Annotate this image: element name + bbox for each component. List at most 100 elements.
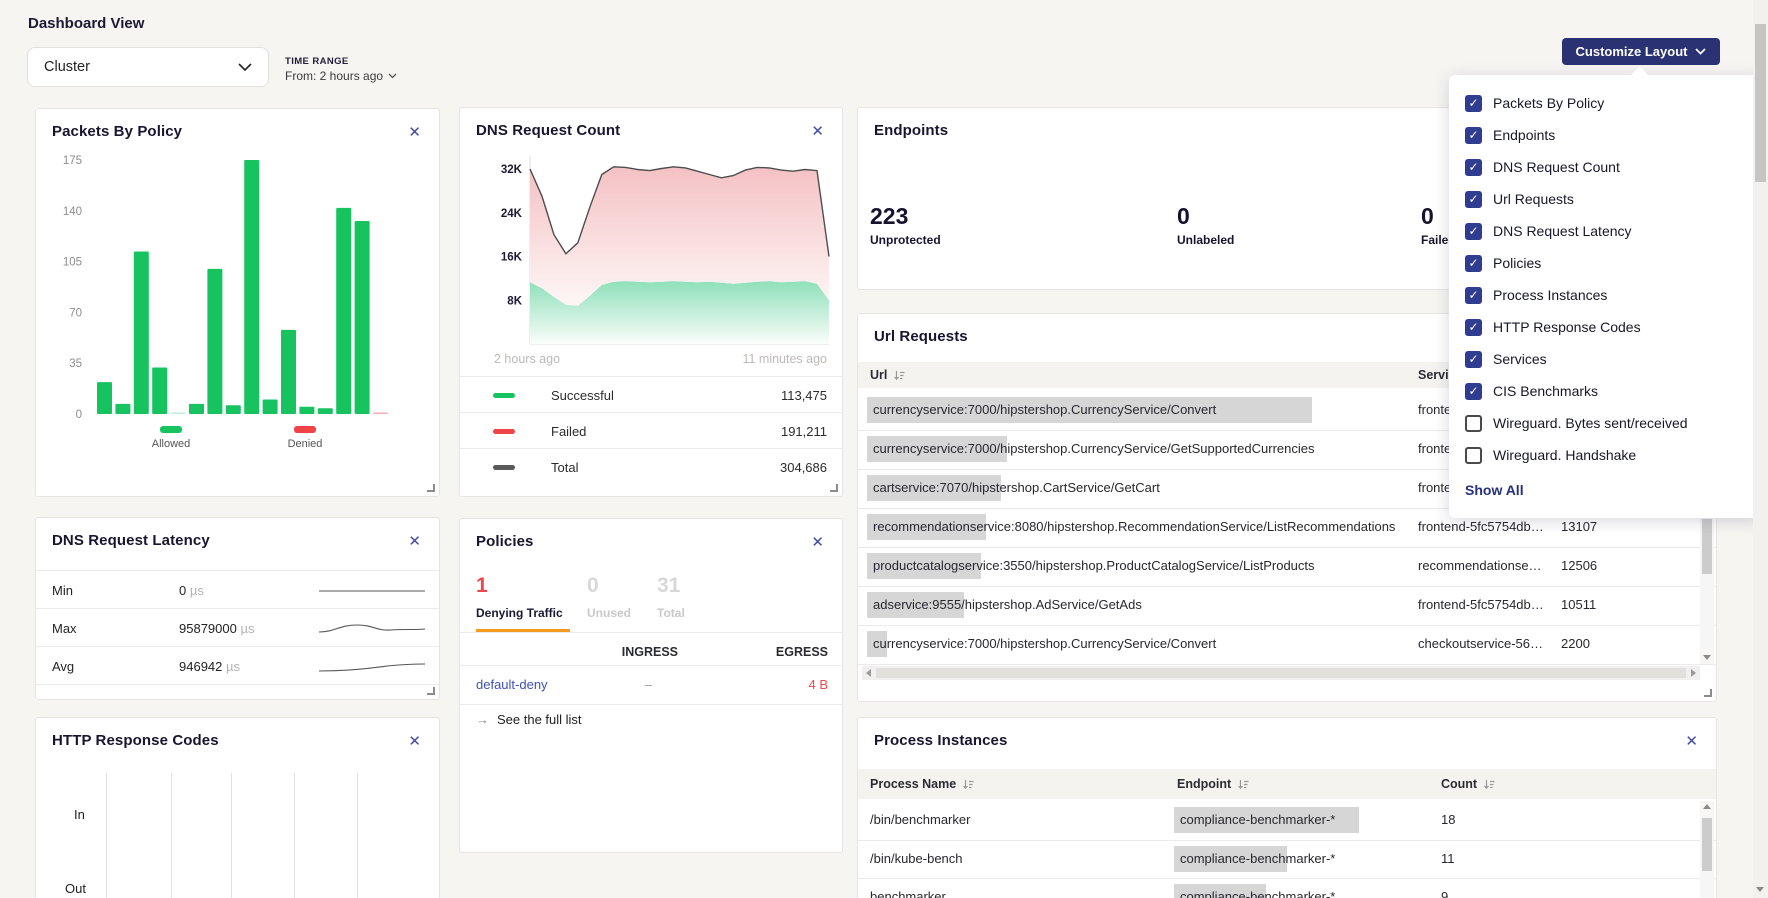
menu-item-services[interactable]: ✓Services — [1449, 343, 1763, 375]
menu-item-dns-request-count[interactable]: ✓DNS Request Count — [1449, 151, 1763, 183]
legend-item-allowed: Allowed — [131, 426, 211, 450]
url-cell: productcatalogservice:3550/hipstershop.P… — [867, 553, 1402, 579]
policies-tab-denying-traffic[interactable]: 1 Denying Traffic — [476, 574, 563, 620]
policy-name-link[interactable]: default-deny — [476, 665, 548, 704]
close-icon[interactable]: ✕ — [408, 734, 421, 749]
resize-handle[interactable] — [830, 484, 838, 492]
count-cell: 10511 — [1561, 586, 1596, 624]
sort-icon — [962, 779, 974, 790]
scrollbar-thumb[interactable] — [1702, 519, 1712, 574]
endpoint-stat-unprotected: 223Unprotected — [870, 203, 941, 247]
menu-item-label: Packets By Policy — [1493, 95, 1604, 111]
stat-label: Unprotected — [870, 233, 941, 247]
menu-item-policies[interactable]: ✓Policies — [1449, 247, 1763, 279]
checkbox-icon[interactable]: ✓ — [1465, 159, 1482, 176]
checkbox-icon[interactable]: ✓ — [1465, 223, 1482, 240]
page-title: Dashboard View — [28, 15, 144, 32]
customize-layout-button[interactable]: Customize Layout — [1562, 38, 1720, 65]
service-cell: checkoutservice-56… — [1418, 625, 1543, 663]
chevron-down-icon — [388, 73, 397, 79]
menu-item-label: Url Requests — [1493, 191, 1574, 207]
time-range-selector[interactable]: From: 2 hours ago — [285, 69, 397, 83]
column-header-url[interactable]: Url — [870, 368, 905, 382]
egress-value: 4 B — [808, 665, 828, 704]
table-row[interactable]: /bin/kube-benchcompliance-benchmarker-*1… — [858, 840, 1716, 880]
checkbox-icon[interactable] — [1465, 447, 1482, 464]
resize-handle[interactable] — [427, 484, 435, 492]
card-title: Policies — [476, 533, 534, 550]
count-cell: 9 — [1441, 878, 1448, 898]
resize-handle[interactable] — [427, 687, 435, 695]
menu-item-cis-benchmarks[interactable]: ✓CIS Benchmarks — [1449, 375, 1763, 407]
card-title: Url Requests — [874, 328, 968, 345]
gridline — [294, 773, 295, 898]
menu-item-http-response-codes[interactable]: ✓HTTP Response Codes — [1449, 311, 1763, 343]
url-text: recommendationservice:8080/hipstershop.R… — [873, 514, 1402, 540]
close-icon[interactable]: ✕ — [408, 534, 421, 549]
url-table-horizontal-scrollbar[interactable] — [862, 666, 1700, 680]
policy-row: default-deny–4 B — [460, 665, 842, 704]
view-selector-value: Cluster — [44, 59, 90, 75]
column-header-process-name[interactable]: Process Name — [870, 777, 974, 791]
svg-text:70: 70 — [69, 307, 82, 319]
close-icon[interactable]: ✕ — [811, 535, 824, 550]
table-row[interactable]: adservice:9555/hipstershop.AdService/Get… — [858, 586, 1716, 626]
menu-item-wireguard-handshake[interactable]: Wireguard. Handshake — [1449, 439, 1763, 471]
menu-item-dns-request-latency[interactable]: ✓DNS Request Latency — [1449, 215, 1763, 247]
url-text: cartservice:7070/hipstershop.CartService… — [873, 475, 1402, 501]
menu-item-wireguard-bytes-sent-received[interactable]: Wireguard. Bytes sent/received — [1449, 407, 1763, 439]
menu-item-process-instances[interactable]: ✓Process Instances — [1449, 279, 1763, 311]
tab-value: 1 — [476, 574, 563, 598]
process-name-cell: benchmarker — [870, 878, 946, 898]
dns-request-count-chart: 8K16K24K32K — [460, 108, 843, 348]
checkbox-icon[interactable]: ✓ — [1465, 255, 1482, 272]
sort-icon — [1483, 779, 1495, 790]
time-range-label: TIME RANGE — [285, 56, 349, 67]
checkbox-icon[interactable]: ✓ — [1465, 383, 1482, 400]
checkbox-icon[interactable]: ✓ — [1465, 351, 1482, 368]
show-all-link[interactable]: Show All — [1465, 475, 1524, 505]
menu-item-packets-by-policy[interactable]: ✓ Packets By Policy — [1449, 87, 1763, 119]
latency-value: 946942 µs — [179, 659, 240, 674]
menu-item-url-requests[interactable]: ✓ Url Requests — [1449, 183, 1763, 215]
checkbox-icon[interactable]: ✓ — [1465, 319, 1482, 336]
latency-value: 95879000 µs — [179, 621, 254, 636]
tab-label: Denying Traffic — [476, 606, 563, 620]
scroll-left-arrow-icon[interactable] — [866, 669, 871, 677]
checkbox-icon[interactable] — [1465, 415, 1482, 432]
scroll-down-arrow-icon[interactable] — [1703, 655, 1711, 660]
table-row[interactable]: productcatalogservice:3550/hipstershop.P… — [858, 547, 1716, 587]
scrollbar-thumb[interactable] — [1702, 818, 1712, 871]
scroll-up-arrow-icon[interactable] — [1703, 804, 1711, 809]
url-cell: currencyservice:7000/hipstershop.Currenc… — [867, 436, 1402, 462]
table-row[interactable]: /bin/benchmarkercompliance-benchmarker-*… — [858, 801, 1716, 841]
process-name-cell: /bin/kube-bench — [870, 840, 963, 878]
checkbox-icon[interactable]: ✓ — [1465, 287, 1482, 304]
column-header-endpoint[interactable]: Endpoint — [1177, 777, 1249, 791]
table-row[interactable]: currencyservice:7000/hipstershop.Currenc… — [858, 625, 1716, 665]
table-row[interactable]: benchmarkercompliance-benchmarker-*9 — [858, 878, 1716, 898]
scroll-down-arrow-icon[interactable] — [1756, 887, 1764, 892]
process-table-header: Process Name Endpoint Count — [858, 769, 1716, 799]
packets-by-policy-chart: 03570105140175 — [36, 109, 440, 459]
checkbox-icon[interactable]: ✓ — [1465, 191, 1482, 208]
page-scrollbar[interactable] — [1753, 0, 1768, 898]
menu-item-endpoints[interactable]: ✓Endpoints — [1449, 119, 1763, 151]
policies-tab-unused[interactable]: 0Unused — [587, 574, 631, 620]
x-axis-label-end: 11 minutes ago — [742, 352, 827, 366]
checkbox-icon[interactable]: ✓ — [1465, 127, 1482, 144]
checkbox-icon[interactable]: ✓ — [1465, 95, 1482, 112]
see-full-list-link[interactable]: → See the full list — [476, 712, 582, 727]
process-table-vertical-scrollbar[interactable] — [1700, 801, 1714, 898]
scrollbar-thumb[interactable] — [876, 668, 1686, 678]
column-header-count[interactable]: Count — [1441, 777, 1495, 791]
legend-swatch — [294, 426, 316, 433]
column-header-egress: EGRESS — [776, 645, 828, 659]
policies-tab-total[interactable]: 31Total — [657, 574, 685, 620]
scroll-right-arrow-icon[interactable] — [1691, 669, 1696, 677]
close-icon[interactable]: ✕ — [1685, 734, 1698, 749]
view-selector[interactable]: Cluster — [27, 47, 269, 87]
resize-handle[interactable] — [1704, 689, 1712, 697]
latency-sparkline — [317, 621, 427, 642]
scrollbar-thumb[interactable] — [1755, 24, 1766, 182]
